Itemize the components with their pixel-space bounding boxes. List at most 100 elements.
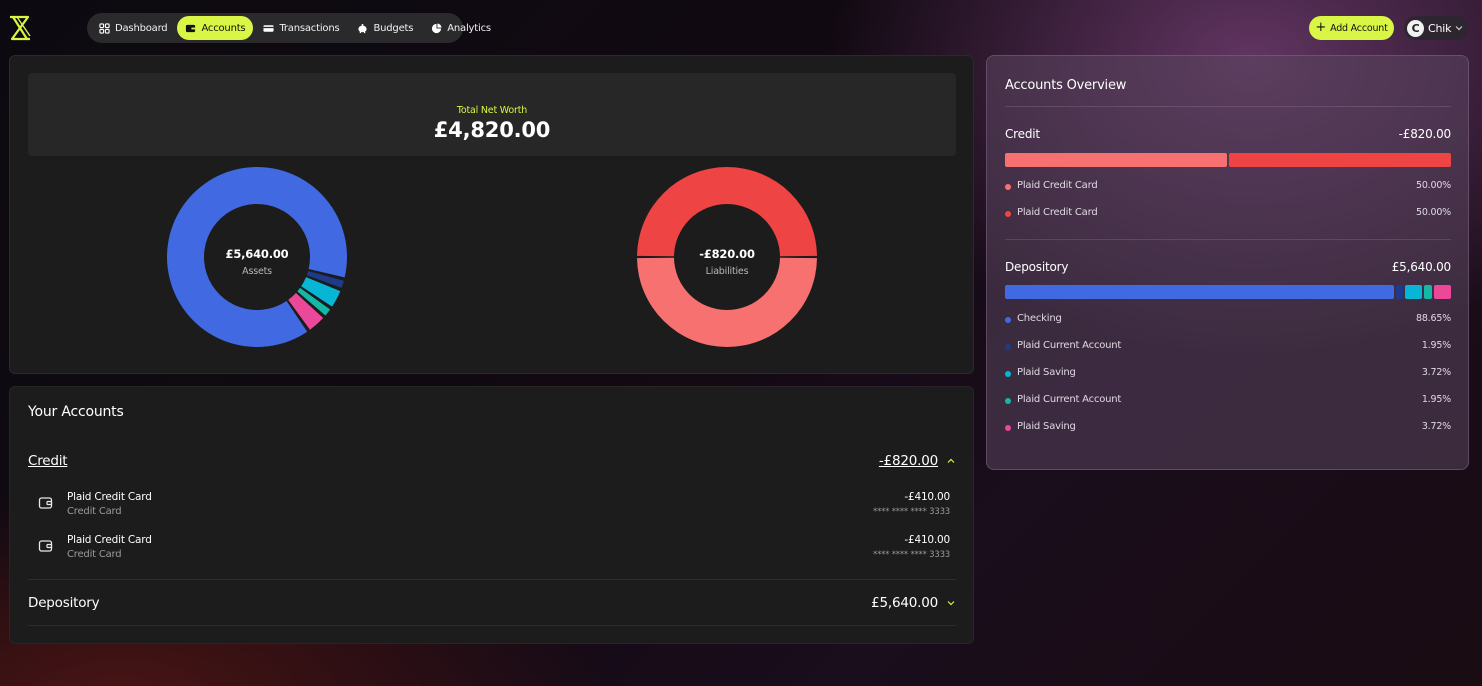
depository-stacked-bar	[1005, 285, 1451, 299]
plus-icon: +	[1315, 20, 1327, 35]
nav-transactions[interactable]: Transactions	[255, 16, 347, 40]
user-name: Chik	[1428, 21, 1452, 35]
net-worth-card: Total Net Worth £4,820.00	[28, 73, 956, 156]
overview-depository-name: Depository	[1005, 260, 1069, 274]
liabilities-donut: -£820.00 Liabilities	[636, 166, 818, 348]
add-account-label: Add Account	[1330, 22, 1388, 34]
legend-dot	[1005, 211, 1011, 217]
chevron-up-icon[interactable]	[946, 456, 956, 466]
legend-item: Checking 88.65%	[1005, 313, 1451, 327]
nav-dashboard-label: Dashboard	[115, 22, 168, 34]
user-menu[interactable]: C Chik	[1404, 16, 1468, 40]
liabilities-value: -£820.00	[699, 247, 755, 261]
depository-bar-segment	[1396, 285, 1403, 299]
legend-dot	[1005, 425, 1011, 431]
divider	[28, 625, 956, 626]
credit-stacked-bar	[1005, 153, 1451, 167]
nav-accounts[interactable]: Accounts	[177, 16, 254, 40]
divider	[1005, 239, 1451, 240]
assets-value: £5,640.00	[225, 247, 289, 261]
chevron-down-icon	[1455, 26, 1463, 31]
donut-slice[interactable]	[637, 166, 817, 257]
your-accounts-title: Your Accounts	[28, 404, 124, 420]
legend-item: Plaid Saving 3.72%	[1005, 421, 1451, 435]
add-account-button[interactable]: + Add Account	[1309, 16, 1394, 40]
credit-bar-segment	[1005, 153, 1227, 167]
app-logo[interactable]	[8, 14, 32, 42]
overview-depository-total: £5,640.00	[1391, 260, 1451, 274]
nav-transactions-label: Transactions	[279, 22, 340, 34]
legend-name: Plaid Credit Card	[1017, 180, 1098, 191]
net-worth-label: Total Net Worth	[456, 105, 528, 116]
account-name: Plaid Credit Card	[67, 534, 152, 546]
depository-group-header[interactable]: Depository £5,640.00	[28, 595, 956, 617]
overview-credit-header: Credit -£820.00	[1005, 127, 1451, 141]
overview-title: Accounts Overview	[1005, 78, 1127, 93]
legend-pct: 3.72%	[1421, 367, 1451, 378]
legend-pct: 50.00%	[1415, 180, 1451, 191]
piggy-bank-icon	[358, 23, 368, 33]
nav-analytics-label: Analytics	[447, 22, 491, 34]
account-mask: **** **** **** 3333	[873, 507, 950, 517]
overview-credit-name: Credit	[1005, 127, 1040, 141]
account-mask: **** **** **** 3333	[873, 550, 950, 560]
credit-bar-segment	[1229, 153, 1451, 167]
overview-credit-total: -£820.00	[1398, 127, 1452, 141]
legend-dot	[1005, 371, 1011, 377]
depository-bar-segment	[1424, 285, 1432, 299]
legend-dot	[1005, 184, 1011, 190]
account-amount: -£410.00	[904, 534, 950, 546]
card-icon	[263, 24, 274, 32]
assets-donut: £5,640.00 Assets	[166, 166, 348, 348]
legend-name: Checking	[1017, 313, 1062, 324]
nav-analytics[interactable]: Analytics	[423, 16, 499, 40]
legend-dot	[1005, 344, 1011, 350]
depository-group-name[interactable]: Depository	[28, 595, 100, 611]
nav-accounts-label: Accounts	[201, 22, 246, 34]
overview-depository-header: Depository £5,640.00	[1005, 260, 1451, 274]
account-amount: -£410.00	[904, 491, 950, 503]
legend-name: Plaid Current Account	[1017, 394, 1122, 405]
assets-label: Assets	[242, 266, 272, 277]
account-type: Credit Card	[67, 506, 122, 517]
wallet-icon	[186, 24, 196, 32]
legend-dot	[1005, 317, 1011, 323]
legend-pct: 1.95%	[1421, 394, 1451, 405]
depository-bar-segment	[1405, 285, 1422, 299]
legend-item: Plaid Current Account 1.95%	[1005, 394, 1451, 408]
account-row[interactable]: Plaid Credit Card Credit Card -£410.00 *…	[38, 491, 950, 527]
chevron-down-icon[interactable]	[946, 598, 956, 608]
liabilities-label: Liabilities	[705, 266, 749, 277]
depository-bar-segment	[1434, 285, 1451, 299]
credit-group-name[interactable]: Credit	[28, 453, 68, 469]
nav-budgets[interactable]: Budgets	[349, 16, 421, 40]
nav-budgets-label: Budgets	[373, 22, 414, 34]
legend-item: Plaid Credit Card 50.00%	[1005, 180, 1451, 194]
credit-group-header[interactable]: Credit -£820.00	[28, 453, 956, 475]
legend-item: Plaid Credit Card 50.00%	[1005, 207, 1451, 221]
nav-dashboard[interactable]: Dashboard	[91, 16, 175, 40]
main-nav: Dashboard Accounts Transactions Budgets …	[87, 13, 491, 43]
divider	[1005, 106, 1451, 107]
account-name: Plaid Credit Card	[67, 491, 152, 503]
legend-pct: 1.95%	[1421, 340, 1451, 351]
grid-icon	[99, 22, 110, 34]
depository-bar-segment	[1005, 285, 1394, 299]
your-accounts-panel: Your Accounts Credit -£820.00 Plaid Cred…	[9, 386, 974, 644]
account-type: Credit Card	[67, 549, 122, 560]
account-row[interactable]: Plaid Credit Card Credit Card -£410.00 *…	[38, 534, 950, 570]
accounts-overview-panel: Accounts Overview Credit -£820.00 Plaid …	[986, 55, 1469, 470]
legend-name: Plaid Saving	[1017, 367, 1076, 378]
legend-item: Plaid Saving 3.72%	[1005, 367, 1451, 381]
legend-pct: 50.00%	[1415, 207, 1451, 218]
net-worth-panel: Total Net Worth £4,820.00 £5,640.00 Asse…	[9, 55, 974, 374]
pie-chart-icon	[432, 22, 442, 33]
wallet-icon	[38, 497, 53, 509]
legend-name: Plaid Current Account	[1017, 340, 1122, 351]
legend-name: Plaid Credit Card	[1017, 207, 1098, 218]
wallet-icon	[38, 540, 53, 552]
credit-group-total: -£820.00	[878, 453, 938, 469]
legend-dot	[1005, 398, 1011, 404]
legend-item: Plaid Current Account 1.95%	[1005, 340, 1451, 354]
legend-pct: 88.65%	[1415, 313, 1451, 324]
